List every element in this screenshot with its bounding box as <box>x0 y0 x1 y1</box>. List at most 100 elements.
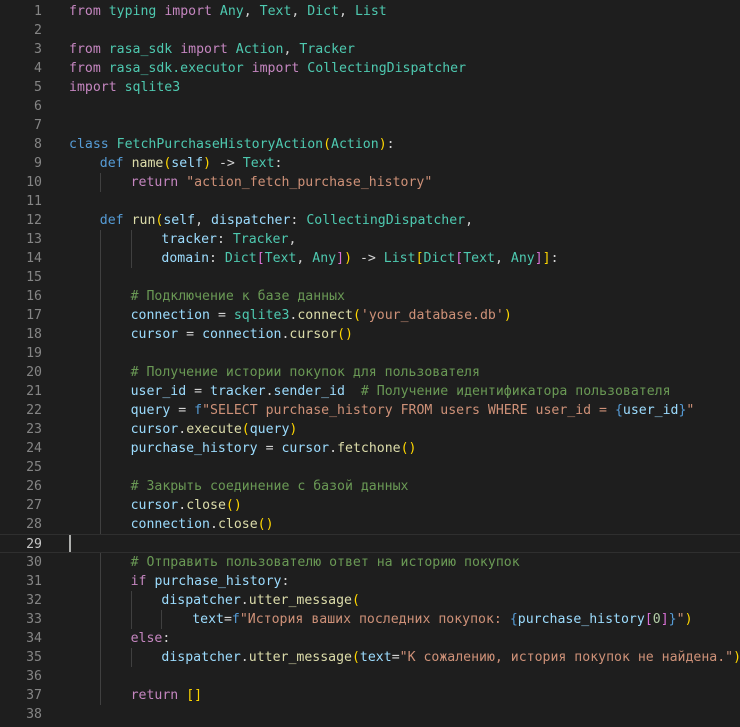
code-line[interactable]: 27 cursor.close() <box>0 496 740 515</box>
code-token: Dict <box>224 251 257 266</box>
code-line[interactable]: 26 # Закрыть соединение с базой данных <box>0 477 740 496</box>
line-number: 32 <box>26 593 42 608</box>
code-token: ] <box>660 612 669 627</box>
code-line[interactable]: 5 import sqlite3 <box>0 78 740 97</box>
code-token: purchase_history <box>517 612 645 627</box>
code-line[interactable]: 16 # Подключение к базе данных <box>0 287 740 306</box>
code-text: if purchase_history: <box>131 572 290 591</box>
code-line[interactable]: 14 domain: Dict[Text, Any]) -> List[Dict[… <box>0 249 740 268</box>
code-line[interactable]: 18 cursor = connection.cursor() <box>0 325 740 344</box>
code-line[interactable]: 24 purchase_history = cursor.fetchone() <box>0 439 740 458</box>
code-line[interactable]: 37 return [] <box>0 686 740 705</box>
code-token: sender_id <box>273 384 345 399</box>
code-token: [] <box>186 688 203 703</box>
code-line[interactable]: 35 dispatcher.utter_message(text="К сожал… <box>0 648 740 667</box>
code-token: import <box>164 4 212 19</box>
code-text: cursor.execute(query) <box>131 420 298 439</box>
code-token: "SELECT purchase_history FROM users WHER… <box>202 403 615 418</box>
code-text: class FetchPurchaseHistoryAction(Action)… <box>69 135 395 154</box>
code-line[interactable]: 3 from rasa_sdk import Action, Tracker <box>0 40 740 59</box>
line-number: 10 <box>26 175 42 190</box>
code-token: ) <box>344 251 353 266</box>
code-token: connection <box>130 308 210 323</box>
code-token: cursor <box>130 327 179 342</box>
code-line[interactable]: 7 <box>0 116 740 135</box>
code-line[interactable]: 15 <box>0 268 740 287</box>
code-line[interactable]: 4 from rasa_sdk.executor import Collectin… <box>0 59 740 78</box>
code-line[interactable]: 17 connection = sqlite3.connect('your_dat… <box>0 306 740 325</box>
code-token: -> <box>352 251 384 266</box>
code-line[interactable]: 6 <box>0 97 740 116</box>
line-number: 17 <box>26 308 42 323</box>
code-line[interactable]: 22 query = f"SELECT purchase_history FROM… <box>0 401 740 420</box>
code-text: connection = sqlite3.connect('your_datab… <box>131 306 512 325</box>
code-token: Action <box>331 137 379 152</box>
code-line[interactable]: 13 tracker: Tracker, <box>0 230 740 249</box>
code-text: text=f"История ваших последних покупок: … <box>192 610 692 629</box>
code-line[interactable]: 20 # Получение истории покупок для пользо… <box>0 363 740 382</box>
code-line[interactable]: 1 from typing import Any, Text, Dict, Lis… <box>0 2 740 21</box>
code-text: import sqlite3 <box>69 78 180 97</box>
code-line[interactable]: 33 text=f"История ваших последних покупок… <box>0 610 740 629</box>
code-token: def <box>99 156 124 171</box>
code-line[interactable]: 2 <box>0 21 740 40</box>
line-number: 35 <box>26 650 42 665</box>
code-line[interactable]: 19 <box>0 344 740 363</box>
code-token: = <box>223 612 232 627</box>
code-token: Dict <box>307 4 340 19</box>
code-line[interactable]: 30 # Отправить пользователю ответ на исто… <box>0 553 740 572</box>
code-token: typing <box>108 4 157 19</box>
line-number: 8 <box>34 137 42 152</box>
code-token: . <box>240 593 249 608</box>
code-token: . <box>210 517 218 532</box>
code-line[interactable]: 29 <box>0 534 740 553</box>
indent-guide <box>99 515 101 534</box>
code-token: ( <box>351 593 360 608</box>
code-line[interactable]: 8 class FetchPurchaseHistoryAction(Action… <box>0 135 740 154</box>
code-token: Text <box>242 156 275 171</box>
code-token: ) <box>289 422 298 437</box>
code-token: " <box>686 403 695 418</box>
code-token: user_id <box>130 384 187 399</box>
code-line[interactable]: 11 <box>0 192 740 211</box>
code-token: : <box>290 213 307 228</box>
code-token: () <box>337 327 353 342</box>
code-line[interactable]: 38 <box>0 705 740 724</box>
code-line[interactable]: 25 <box>0 458 740 477</box>
code-line[interactable]: 21 user_id = tracker.sender_id # Получени… <box>0 382 740 401</box>
code-line[interactable]: 9 def name(self) -> Text: <box>0 154 740 173</box>
code-text: return [] <box>131 686 202 705</box>
code-text: # Отправить пользователю ответ на истори… <box>131 553 520 572</box>
code-line[interactable]: 36 <box>0 667 740 686</box>
code-token: , <box>195 213 212 228</box>
line-number: 12 <box>26 213 42 228</box>
code-token: ) <box>733 650 740 665</box>
code-token: = <box>257 441 282 456</box>
code-line[interactable]: 34 else: <box>0 629 740 648</box>
code-line[interactable]: 10 return "action_fetch_purchase_history" <box>0 173 740 192</box>
code-line[interactable]: 32 dispatcher.utter_message( <box>0 591 740 610</box>
line-number: 2 <box>34 23 42 38</box>
code-token: fetchone <box>337 441 401 456</box>
code-token: execute <box>186 422 242 437</box>
code-token: rasa_sdk.executor <box>108 61 244 76</box>
code-line[interactable]: 23 cursor.execute(query) <box>0 420 740 439</box>
indent-guide <box>130 249 132 268</box>
code-token: self <box>163 213 196 228</box>
code-editor[interactable]: 1 from typing import Any, Text, Dict, Lis… <box>0 0 740 727</box>
code-line[interactable]: 12 def run(self, dispatcher: CollectingDi… <box>0 211 740 230</box>
code-token: close <box>217 517 258 532</box>
code-line[interactable]: 31 if purchase_history: <box>0 572 740 591</box>
code-line[interactable]: 28 connection.close() <box>0 515 740 534</box>
code-token: "История ваших последних покупок: <box>239 612 510 627</box>
code-token: # Получение истории покупок для пользова… <box>130 365 480 380</box>
code-token: } <box>668 612 677 627</box>
code-token: tracker <box>210 384 266 399</box>
code-token: ) <box>203 156 212 171</box>
code-text: # Закрыть соединение с базой данных <box>131 477 409 496</box>
code-token: connection <box>202 327 282 342</box>
